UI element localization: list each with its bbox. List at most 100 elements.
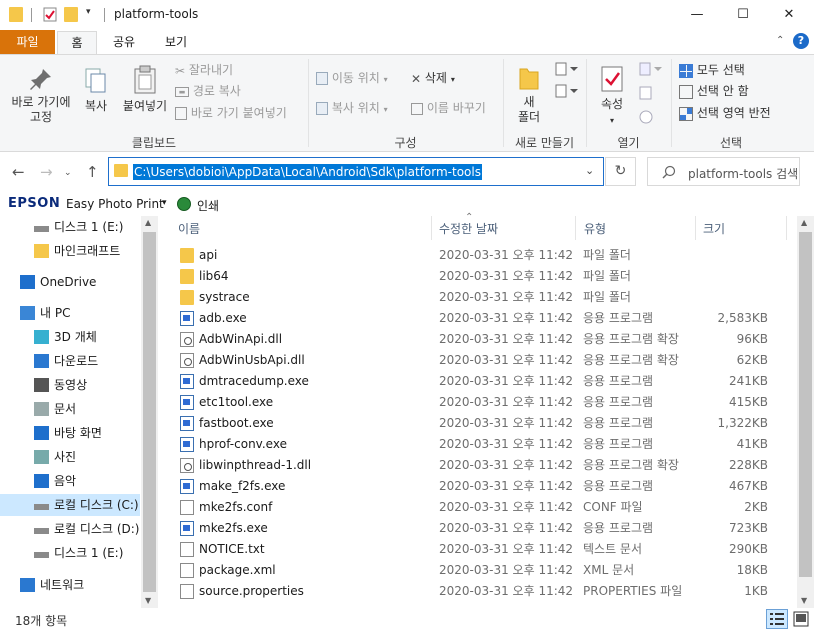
move-to-button[interactable]: 이동 위치 ▾: [316, 69, 388, 87]
scroll-down-icon[interactable]: ▼: [145, 596, 151, 605]
tab-file[interactable]: 파일: [0, 30, 55, 54]
file-row[interactable]: package.xml 2020-03-31 오후 11:42 XML 문서 18KB: [170, 560, 794, 581]
recent-locations-dropdown[interactable]: ⌄: [64, 168, 72, 178]
quick-access-dropdown[interactable]: ▾: [86, 7, 91, 17]
file-row[interactable]: source.properties 2020-03-31 오후 11:42 PROP…: [170, 581, 794, 602]
ribbon-collapse-icon[interactable]: ⌃: [776, 35, 784, 46]
chevron-down-icon[interactable]: ▾: [162, 198, 167, 208]
xml-file-icon: [180, 563, 194, 578]
scroll-up-icon[interactable]: ▲: [801, 218, 807, 227]
print-button[interactable]: 인쇄: [197, 197, 219, 214]
file-row[interactable]: api 2020-03-31 오후 11:42 파일 폴더: [170, 245, 794, 266]
select-all-button[interactable]: 모두 선택: [679, 61, 745, 79]
details-view-icon: [770, 613, 784, 625]
up-button[interactable]: ↑: [86, 163, 99, 181]
column-size[interactable]: 크기: [703, 220, 725, 237]
nav-item[interactable]: 네트워크: [0, 574, 140, 596]
easy-access-icon[interactable]: [554, 83, 578, 99]
file-row[interactable]: AdbWinUsbApi.dll 2020-03-31 오후 11:42 응용 프로…: [170, 350, 794, 371]
nav-item[interactable]: 로컬 디스크 (C:): [0, 494, 140, 516]
file-row[interactable]: systrace 2020-03-31 오후 11:42 파일 폴더: [170, 287, 794, 308]
divider[interactable]: [786, 216, 787, 240]
new-item-icon[interactable]: [554, 61, 578, 77]
nav-item[interactable]: 바탕 화면: [0, 422, 140, 444]
column-date[interactable]: 수정한 날짜: [439, 220, 498, 237]
cut-button[interactable]: ✂ 잘라내기: [175, 61, 233, 79]
file-row[interactable]: adb.exe 2020-03-31 오후 11:42 응용 프로그램 2,583KB: [170, 308, 794, 329]
file-row[interactable]: mke2fs.conf 2020-03-31 오후 11:42 CONF 파일 2KB: [170, 497, 794, 518]
minimize-button[interactable]: —: [674, 0, 720, 30]
history-icon[interactable]: [638, 109, 654, 125]
scroll-down-icon[interactable]: ▼: [801, 596, 807, 605]
large-icons-view-button[interactable]: [791, 609, 811, 629]
help-icon[interactable]: ?: [793, 33, 809, 49]
file-name: api: [199, 248, 218, 262]
back-button[interactable]: ←: [12, 163, 25, 181]
address-path[interactable]: C:\Users\dobioi\AppData\Local\Android\Sd…: [133, 164, 482, 180]
copy-to-button[interactable]: 복사 위치 ▾: [316, 99, 388, 117]
divider[interactable]: [431, 216, 432, 240]
open-icon[interactable]: [638, 61, 662, 77]
refresh-button[interactable]: ↻: [605, 157, 636, 186]
new-folder-button[interactable]: 새 폴더: [512, 65, 546, 125]
new-folder-icon[interactable]: [64, 7, 78, 22]
rename-button[interactable]: 이름 바꾸기: [411, 99, 486, 117]
properties-check-icon[interactable]: [43, 7, 57, 22]
chevron-down-icon[interactable]: ⌄: [585, 164, 594, 177]
divider[interactable]: [695, 216, 696, 240]
file-row[interactable]: make_f2fs.exe 2020-03-31 오후 11:42 응용 프로그램 4…: [170, 476, 794, 497]
scroll-up-icon[interactable]: ▲: [145, 218, 151, 227]
details-view-button[interactable]: [766, 609, 788, 629]
nav-item[interactable]: 마인크래프트: [0, 240, 140, 262]
file-size: 2KB: [744, 500, 768, 514]
paste-shortcut-button[interactable]: 바로 가기 붙여넣기: [175, 104, 287, 122]
edit-icon[interactable]: [638, 85, 654, 101]
content-scroll-thumb[interactable]: [799, 232, 812, 577]
close-button[interactable]: ✕: [766, 0, 812, 30]
nav-item[interactable]: 로컬 디스크 (D:): [0, 518, 140, 540]
file-row[interactable]: mke2fs.exe 2020-03-31 오후 11:42 응용 프로그램 723K…: [170, 518, 794, 539]
tab-share[interactable]: 공유: [101, 31, 147, 54]
tab-home[interactable]: 홈: [57, 31, 97, 54]
file-row[interactable]: NOTICE.txt 2020-03-31 오후 11:42 텍스트 문서 290KB: [170, 539, 794, 560]
nav-item[interactable]: 내 PC: [0, 302, 140, 324]
nav-item[interactable]: 다운로드: [0, 350, 140, 372]
file-row[interactable]: libwinpthread-1.dll 2020-03-31 오후 11:42 응용…: [170, 455, 794, 476]
nav-item[interactable]: 디스크 1 (E:): [0, 216, 140, 238]
copy-icon: [85, 68, 106, 93]
maximize-button[interactable]: ☐: [720, 0, 766, 30]
properties-button[interactable]: 속성 ▾: [592, 65, 632, 128]
file-row[interactable]: dmtracedump.exe 2020-03-31 오후 11:42 응용 프로그…: [170, 371, 794, 392]
address-bar[interactable]: C:\Users\dobioi\AppData\Local\Android\Sd…: [108, 157, 604, 186]
easy-photo-print-button[interactable]: Easy Photo Print: [66, 197, 164, 211]
select-none-button[interactable]: 선택 안 함: [679, 82, 749, 100]
nav-item[interactable]: 문서: [0, 398, 140, 420]
nav-item[interactable]: 사진: [0, 446, 140, 468]
copy-path-button[interactable]: ▬ 경로 복사: [175, 82, 241, 100]
nav-scroll-thumb[interactable]: [143, 232, 156, 592]
file-row[interactable]: lib64 2020-03-31 오후 11:42 파일 폴더: [170, 266, 794, 287]
search-input[interactable]: platform-tools 검색: [647, 157, 800, 186]
nav-item[interactable]: 3D 개체: [0, 326, 140, 348]
forward-button[interactable]: →: [40, 163, 53, 181]
copy-button[interactable]: 복사: [79, 67, 113, 114]
divider[interactable]: [575, 216, 576, 240]
nav-item[interactable]: 음악: [0, 470, 140, 492]
dll-icon: [180, 458, 194, 473]
paste-button[interactable]: 붙여넣기: [117, 65, 173, 114]
pin-to-quick-access-button[interactable]: 바로 가기에 고정: [6, 67, 76, 125]
column-type[interactable]: 유형: [584, 220, 606, 237]
nav-item[interactable]: 디스크 1 (E:): [0, 542, 140, 564]
column-name[interactable]: 이름: [178, 220, 200, 237]
tab-view[interactable]: 보기: [153, 31, 199, 54]
file-row[interactable]: AdbWinApi.dll 2020-03-31 오후 11:42 응용 프로그램 …: [170, 329, 794, 350]
invert-selection-button[interactable]: 선택 영역 반전: [679, 104, 771, 122]
nav-item[interactable]: OneDrive: [0, 271, 140, 293]
file-row[interactable]: hprof-conv.exe 2020-03-31 오후 11:42 응용 프로그램…: [170, 434, 794, 455]
exe-icon: [180, 374, 194, 389]
delete-button[interactable]: ✕ 삭제 ▾: [411, 69, 455, 87]
text-file-icon: [180, 542, 194, 557]
file-row[interactable]: etc1tool.exe 2020-03-31 오후 11:42 응용 프로그램 41…: [170, 392, 794, 413]
nav-item[interactable]: 동영상: [0, 374, 140, 396]
file-row[interactable]: fastboot.exe 2020-03-31 오후 11:42 응용 프로그램 1,…: [170, 413, 794, 434]
